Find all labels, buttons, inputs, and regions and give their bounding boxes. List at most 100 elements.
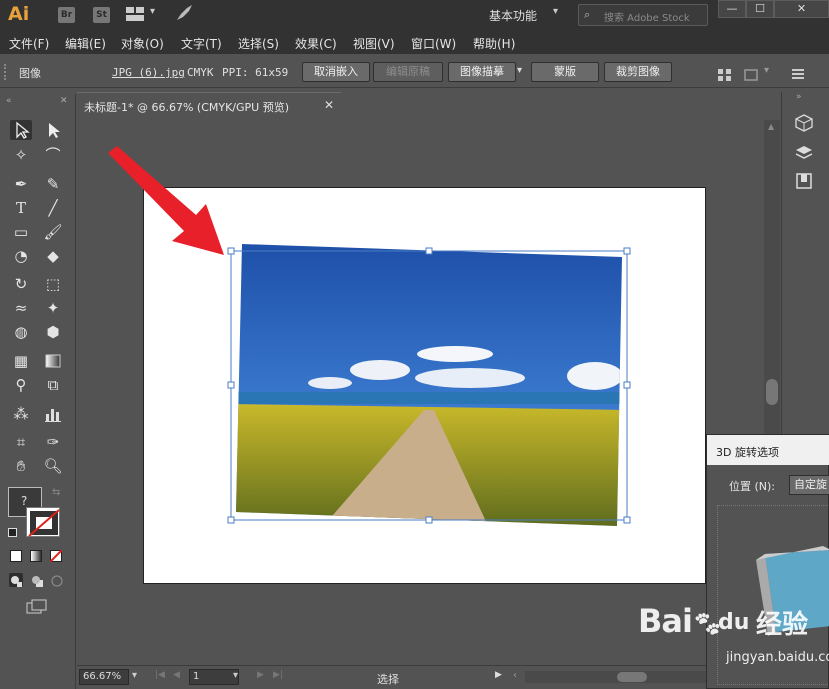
- swap-fill-stroke-icon[interactable]: ⇆: [52, 487, 60, 498]
- slice-tool-icon[interactable]: ✑: [42, 432, 64, 452]
- shaper-tool-icon[interactable]: ◔: [10, 246, 32, 266]
- stock-badge[interactable]: St: [93, 7, 110, 23]
- position-label: 位置 (N):: [729, 480, 776, 493]
- gradient-tool-icon[interactable]: [42, 351, 64, 371]
- draw-inside-icon[interactable]: [50, 573, 64, 587]
- panel-collapse-icon[interactable]: »: [796, 92, 802, 102]
- chevron-down-icon[interactable]: ▾: [553, 6, 558, 17]
- artboard[interactable]: [143, 187, 706, 584]
- shape-builder-tool-icon[interactable]: ◍: [10, 322, 32, 342]
- maximize-button[interactable]: ☐: [746, 0, 774, 18]
- document-tab-title[interactable]: 未标题-1* @ 66.67% (CMYK/GPU 预览): [84, 99, 289, 115]
- libraries-icon[interactable]: [795, 172, 813, 194]
- magic-wand-tool-icon[interactable]: ✧: [10, 145, 32, 165]
- mesh-tool-icon[interactable]: ▦: [10, 351, 32, 371]
- scroll-thumb[interactable]: [766, 379, 778, 405]
- rotate-tool-icon[interactable]: ↻: [10, 274, 32, 294]
- linked-file-name[interactable]: JPG (6).jpg: [112, 66, 185, 79]
- arrange-documents-icon[interactable]: [126, 6, 144, 21]
- close-icon[interactable]: ✕: [324, 98, 334, 112]
- bridge-badge[interactable]: Br: [58, 7, 75, 23]
- last-artboard-icon[interactable]: ▶|: [273, 670, 283, 680]
- control-bar: 图像 JPG (6).jpg CMYK PPI: 61x59 取消嵌入 编辑原稿…: [0, 56, 829, 88]
- menu-object[interactable]: 对象(O): [121, 35, 164, 52]
- dialog-header[interactable]: 3D 旋转选项: [707, 435, 829, 465]
- zoom-field[interactable]: 66.67%: [79, 669, 129, 685]
- 3d-object-icon[interactable]: [795, 114, 813, 136]
- status-menu-icon[interactable]: ▶: [495, 670, 502, 680]
- selection-tool-icon[interactable]: [10, 120, 32, 140]
- column-graph-tool-icon[interactable]: [42, 404, 64, 424]
- align-grid-icon[interactable]: [718, 66, 732, 85]
- paw-icon: 🐾︎: [691, 610, 722, 638]
- first-artboard-icon[interactable]: |◀: [155, 670, 165, 680]
- menu-effect[interactable]: 效果(C): [295, 35, 337, 52]
- watermark-mid: du: [718, 610, 750, 635]
- illustrator-logo: Ai: [8, 3, 30, 25]
- curvature-tool-icon[interactable]: ✎: [42, 174, 64, 194]
- stroke-swatch[interactable]: [26, 507, 60, 537]
- close-window-button[interactable]: ✕: [774, 0, 829, 18]
- default-colors-icon[interactable]: [8, 528, 17, 537]
- type-tool-icon[interactable]: T: [10, 198, 32, 218]
- horizontal-scroll-thumb[interactable]: [617, 672, 647, 682]
- next-artboard-icon[interactable]: ▶: [257, 670, 264, 680]
- gradient-mode-icon[interactable]: [30, 550, 42, 562]
- draw-normal-icon[interactable]: [9, 573, 23, 587]
- chevron-down-icon[interactable]: ▾: [517, 65, 522, 76]
- minimize-button[interactable]: —: [718, 0, 746, 18]
- menu-help[interactable]: 帮助(H): [473, 35, 515, 52]
- chevron-down-icon[interactable]: ▾: [764, 65, 769, 76]
- color-mode-icon[interactable]: [10, 550, 22, 562]
- menu-edit[interactable]: 编辑(E): [65, 35, 106, 52]
- previous-artboard-icon[interactable]: ◀: [173, 670, 180, 680]
- rectangle-tool-icon[interactable]: ▭: [10, 222, 32, 242]
- panel-menu-icon[interactable]: [792, 65, 804, 84]
- draw-behind-icon[interactable]: [30, 573, 44, 587]
- none-mode-icon[interactable]: [50, 550, 62, 562]
- toolbar-close-icon[interactable]: ✕: [60, 96, 68, 106]
- chevron-down-icon[interactable]: ▾: [150, 6, 155, 17]
- position-select[interactable]: 自定旋: [789, 475, 829, 495]
- layers-icon[interactable]: [795, 144, 813, 166]
- menu-view[interactable]: 视图(V): [353, 35, 395, 52]
- scroll-left-icon[interactable]: ‹: [513, 670, 517, 681]
- symbol-sprayer-tool-icon[interactable]: ⁂: [10, 404, 32, 424]
- scroll-up-icon[interactable]: ▲: [768, 122, 774, 131]
- image-trace-button[interactable]: 图像描摹: [448, 62, 516, 82]
- watermark-cn: 经验: [756, 610, 809, 640]
- menu-select[interactable]: 选择(S): [238, 35, 279, 52]
- artboard-tool-icon[interactable]: ⌗: [10, 432, 32, 452]
- stock-search-input[interactable]: ⌕ 搜索 Adobe Stock: [578, 4, 708, 26]
- toolbar-collapse-icon[interactable]: «: [6, 96, 12, 106]
- screen-mode-icon[interactable]: [26, 599, 48, 619]
- unembed-button[interactable]: 取消嵌入: [302, 62, 370, 82]
- transform-icon[interactable]: [744, 66, 758, 85]
- crop-image-button[interactable]: 裁剪图像: [604, 62, 672, 82]
- eyedropper-tool-icon[interactable]: ⚲: [10, 375, 32, 395]
- perspective-grid-tool-icon[interactable]: ⬢: [42, 322, 64, 342]
- menu-type[interactable]: 文字(T): [181, 35, 222, 52]
- width-tool-icon[interactable]: ≈: [10, 298, 32, 318]
- chevron-down-icon[interactable]: ▾: [132, 670, 137, 681]
- zoom-tool-icon[interactable]: 🔍︎: [42, 456, 64, 476]
- mask-button[interactable]: 蒙版: [531, 62, 599, 82]
- menu-window[interactable]: 窗口(W): [411, 35, 456, 52]
- hand-tool-icon[interactable]: ✋︎: [10, 456, 32, 476]
- workspace-switcher[interactable]: 基本功能: [489, 7, 537, 24]
- eraser-tool-icon[interactable]: ◆: [42, 246, 64, 266]
- menu-file[interactable]: 文件(F): [9, 35, 49, 52]
- chevron-down-icon[interactable]: ▾: [233, 670, 238, 681]
- paintbrush-tool-icon[interactable]: 🖌︎: [42, 222, 64, 242]
- rocket-icon[interactable]: [175, 4, 193, 26]
- blend-tool-icon[interactable]: ⧉: [42, 375, 64, 395]
- pen-tool-icon[interactable]: ✒: [10, 174, 32, 194]
- artboard-number-field[interactable]: 1: [189, 669, 239, 685]
- lasso-tool-icon[interactable]: ⌒: [42, 145, 64, 165]
- grip-handle[interactable]: [4, 64, 8, 80]
- scale-tool-icon[interactable]: ⬚: [42, 274, 64, 294]
- direct-selection-tool-icon[interactable]: [42, 120, 64, 140]
- line-segment-tool-icon[interactable]: ╱: [42, 198, 64, 218]
- puppet-warp-tool-icon[interactable]: ✦: [42, 298, 64, 318]
- document-tab[interactable]: 未标题-1* @ 66.67% (CMYK/GPU 预览) ✕: [77, 92, 341, 118]
